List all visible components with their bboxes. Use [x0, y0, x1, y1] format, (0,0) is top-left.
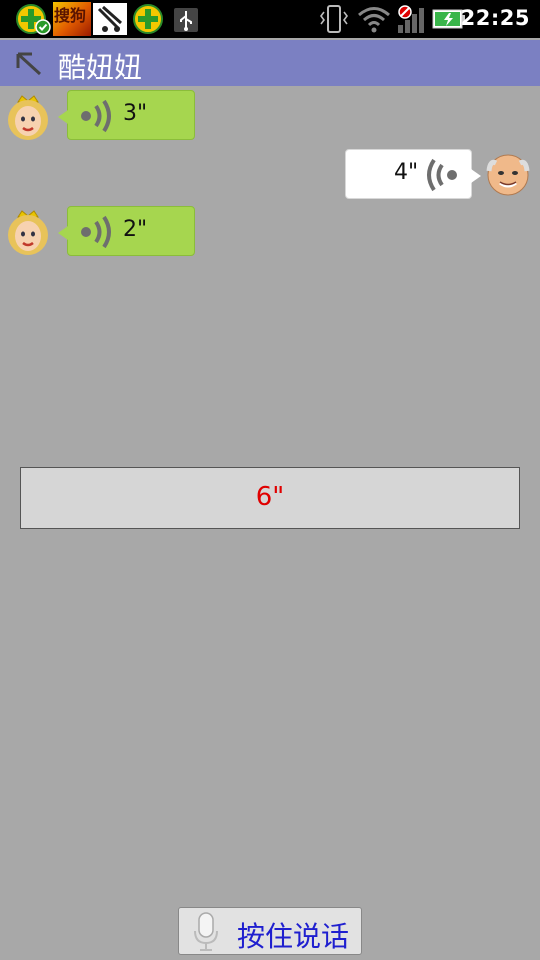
clock: 22:25 — [460, 6, 530, 30]
princess-avatar[interactable] — [6, 93, 50, 141]
status-bar: 搜狗 22:25 — [0, 0, 540, 38]
voice-playback-icon — [427, 158, 457, 192]
voice-message-bubble[interactable]: 2" — [58, 206, 195, 256]
media-app-icon[interactable] — [93, 3, 127, 35]
back-arrow-icon[interactable] — [12, 48, 46, 78]
notification-label: 搜狗 — [54, 6, 87, 25]
usb-icon — [174, 8, 198, 32]
app-plus-check-icon[interactable] — [14, 3, 52, 35]
voice-message-bubble[interactable]: 4" — [345, 149, 481, 199]
bubble-tail — [58, 110, 68, 124]
recording-duration: 6" — [255, 482, 285, 512]
microphone-icon — [194, 912, 218, 951]
voice-duration: 3" — [123, 101, 148, 126]
app-plus-icon[interactable] — [131, 3, 165, 35]
title-bar: 酷妞妞 — [0, 40, 540, 86]
voice-duration: 2" — [123, 217, 148, 242]
wifi-icon — [358, 7, 390, 33]
bubble-tail — [471, 169, 481, 183]
bubble-tail — [58, 226, 68, 240]
page-title: 酷妞妞 — [58, 51, 143, 84]
voice-playback-icon — [81, 215, 111, 249]
hold-to-talk-label: 按住说话 — [237, 920, 350, 953]
voice-playback-icon — [81, 99, 111, 133]
hold-to-talk-button[interactable]: 按住说话 — [178, 907, 362, 955]
vibrate-icon — [320, 5, 348, 33]
voice-duration: 4" — [394, 160, 419, 185]
sogou-search-app-icon[interactable]: 搜狗 — [53, 2, 91, 36]
princess-avatar[interactable] — [6, 208, 50, 256]
recording-panel: 6" — [20, 467, 520, 529]
signal-icon — [398, 5, 424, 33]
voice-message-bubble[interactable]: 3" — [58, 90, 195, 140]
old-man-avatar[interactable] — [486, 151, 530, 199]
